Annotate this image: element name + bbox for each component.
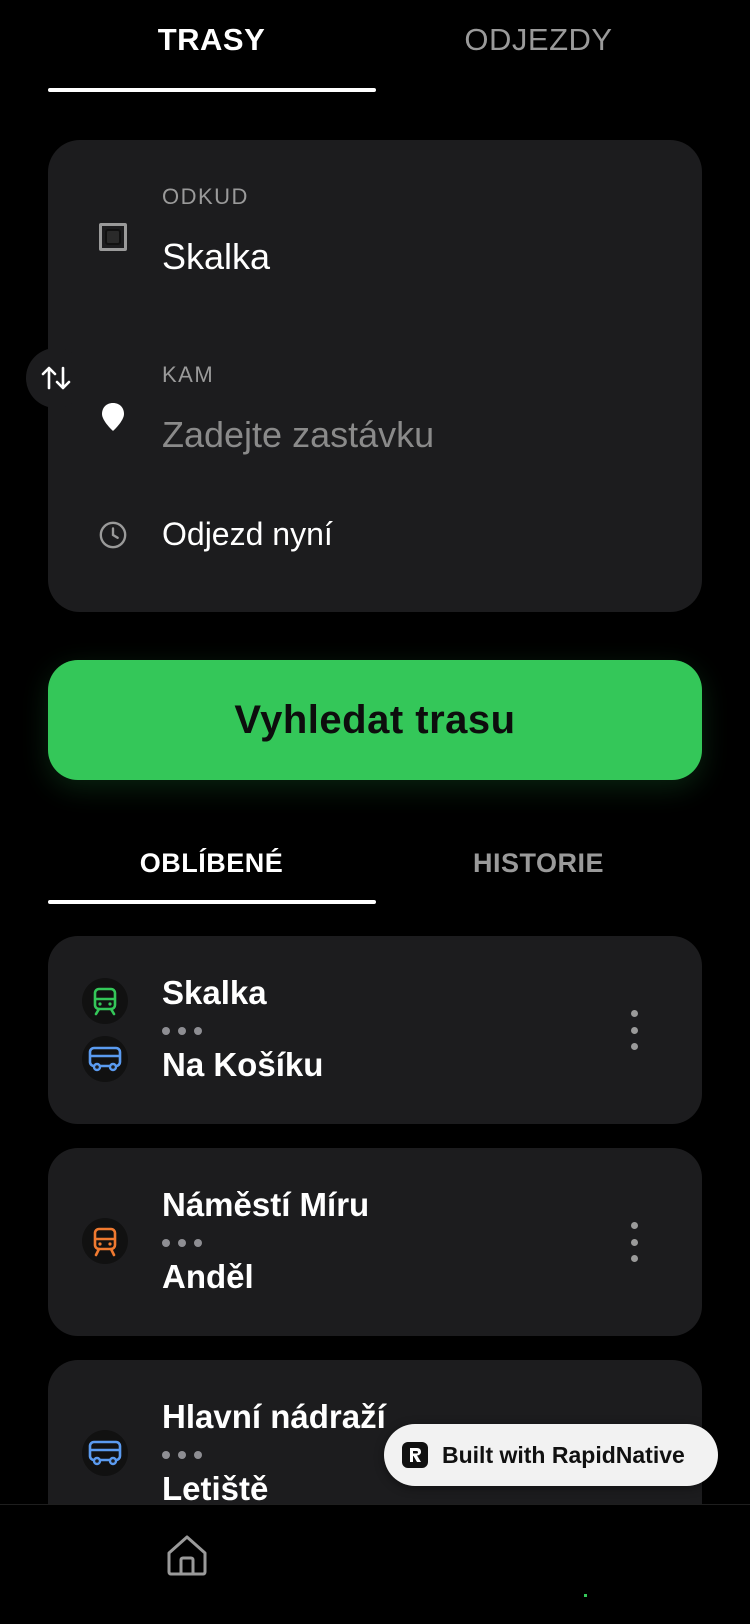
from-field[interactable]: ODKUD Skalka <box>48 140 702 310</box>
nav-indicator-dot <box>584 1594 587 1597</box>
to-label: KAM <box>162 362 215 387</box>
tab-oblibene[interactable]: OBLÍBENÉ <box>48 840 375 900</box>
more-options-icon[interactable] <box>626 1222 642 1262</box>
sub-tabs: OBLÍBENÉ HISTORIE <box>48 840 702 900</box>
location-pin-icon <box>98 402 128 432</box>
metro-icon <box>82 978 128 1024</box>
route-dots <box>162 1027 202 1035</box>
top-tabs: TRASY ODJEZDY <box>48 0 702 92</box>
route-form-card: ODKUD Skalka KAM Zadejte zastávku Odjezd… <box>48 140 702 612</box>
bus-icon <box>82 1036 128 1082</box>
swap-icon <box>41 366 71 390</box>
favorite-to: Letiště <box>162 1470 269 1507</box>
favorite-to: Anděl <box>162 1258 254 1295</box>
favorite-from: Hlavní nádraží <box>162 1398 386 1435</box>
more-options-icon[interactable] <box>626 1010 642 1050</box>
stop-origin-icon <box>98 222 128 252</box>
favorite-from: Skalka <box>162 974 267 1011</box>
built-with-badge[interactable]: Built with RapidNative <box>384 1424 718 1486</box>
bottom-nav <box>0 1504 750 1624</box>
tab-odjezdy[interactable]: ODJEZDY <box>375 0 702 92</box>
active-tab-indicator <box>48 88 376 92</box>
clock-icon <box>98 520 128 550</box>
bus-icon <box>82 1430 128 1476</box>
from-value: Skalka <box>162 236 271 277</box>
favorite-to: Na Košíku <box>162 1046 324 1083</box>
to-input[interactable]: Zadejte zastávku <box>162 414 434 456</box>
tab-historie[interactable]: HISTORIE <box>375 840 702 900</box>
tram-icon <box>82 1218 128 1264</box>
tab-trasy[interactable]: TRASY <box>48 0 375 92</box>
home-icon[interactable] <box>164 1532 210 1578</box>
built-with-text: Built with RapidNative <box>442 1441 685 1468</box>
from-label: ODKUD <box>162 184 249 209</box>
route-dots <box>162 1239 202 1247</box>
to-field[interactable]: KAM Zadejte zastávku <box>48 340 702 490</box>
swap-button[interactable] <box>26 348 86 408</box>
active-subtab-indicator <box>48 900 376 904</box>
favorite-from: Náměstí Míru <box>162 1186 370 1223</box>
departure-time-field[interactable]: Odjezd nyní <box>48 500 702 590</box>
route-dots <box>162 1451 202 1459</box>
departure-time-value: Odjezd nyní <box>162 516 333 552</box>
favorite-route-card[interactable]: Skalka Na Košíku <box>48 936 702 1124</box>
search-route-label: Vyhledat trasu <box>234 697 516 742</box>
search-route-button[interactable]: Vyhledat trasu <box>48 660 702 780</box>
rapidnative-logo-icon <box>402 1442 428 1468</box>
favorite-route-card[interactable]: Náměstí Míru Anděl <box>48 1148 702 1336</box>
